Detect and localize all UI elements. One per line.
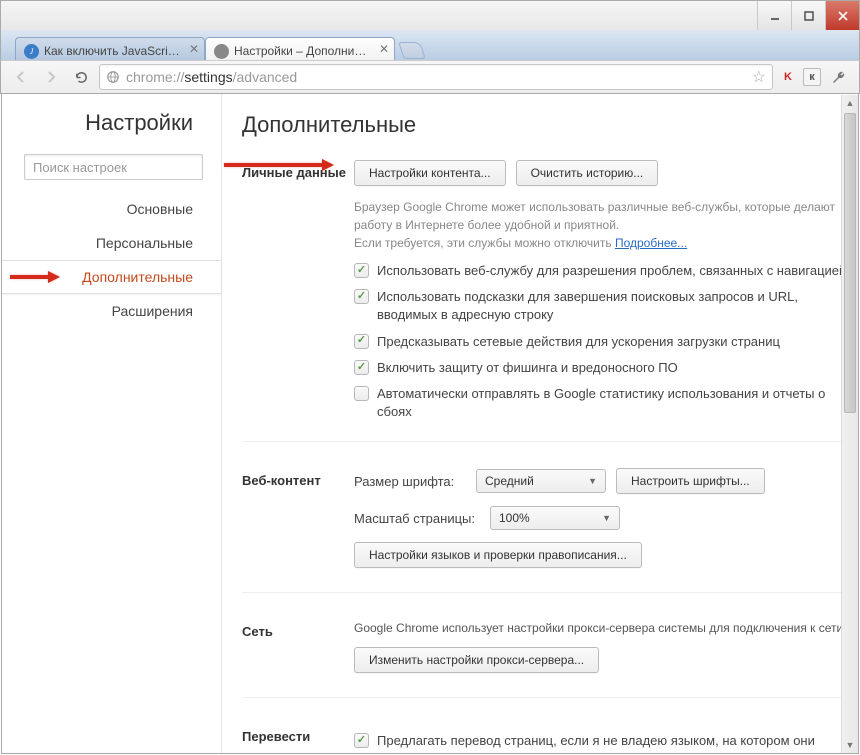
bookmark-star-icon[interactable]: ☆ — [752, 67, 766, 87]
settings-sidebar: Настройки Основные Персональные Дополнит… — [2, 94, 222, 753]
tab-title: Настройки – Дополнитель — [234, 44, 370, 58]
sidebar-item-label: Основные — [127, 201, 193, 217]
window-minimize-button[interactable] — [757, 1, 791, 30]
section-network: Сеть Google Chrome использует настройки … — [242, 619, 848, 698]
sidebar-item-label: Персональные — [96, 235, 193, 251]
font-size-select[interactable]: Средний ▼ — [476, 469, 606, 493]
browser-tabstrip: J Как включить JavaScript в ✕ Настройки … — [0, 30, 860, 60]
settings-search — [24, 154, 203, 180]
select-value: Средний — [485, 474, 534, 488]
checkbox-label: Автоматически отправлять в Google статис… — [377, 385, 848, 421]
page-content: Настройки Основные Персональные Дополнит… — [1, 94, 859, 754]
url-path: /advanced — [233, 69, 298, 85]
learn-more-link[interactable]: Подробнее... — [615, 236, 687, 250]
checkbox-translate[interactable]: Предлагать перевод страниц, если я не вл… — [354, 732, 848, 753]
scroll-up-arrow[interactable]: ▲ — [842, 95, 858, 111]
vertical-scrollbar[interactable]: ▲ ▼ — [841, 95, 858, 753]
checkbox-label: Использовать подсказки для завершения по… — [377, 288, 848, 324]
section-label: Сеть — [242, 619, 354, 685]
section-label: Личные данные — [242, 160, 354, 429]
checkbox-predict[interactable]: Предсказывать сетевые действия для ускор… — [354, 333, 848, 351]
page-title: Дополнительные — [242, 112, 848, 138]
red-arrow-annotation — [10, 270, 60, 284]
settings-search-input[interactable] — [24, 154, 203, 180]
page-zoom-label: Масштаб страницы: — [354, 511, 480, 526]
sidebar-item-label: Расширения — [112, 303, 193, 319]
checkbox-icon — [354, 733, 369, 748]
chevron-down-icon: ▼ — [588, 476, 597, 486]
section-label: Веб-контент — [242, 468, 354, 580]
checkbox-usage-stats[interactable]: Автоматически отправлять в Google статис… — [354, 385, 848, 421]
globe-icon — [106, 70, 120, 84]
select-value: 100% — [499, 511, 530, 525]
browser-tab[interactable]: Настройки – Дополнитель ✕ — [205, 37, 395, 60]
url-host: settings — [184, 69, 232, 85]
chevron-down-icon: ▼ — [602, 513, 611, 523]
proxy-settings-button[interactable]: Изменить настройки прокси-сервера... — [354, 647, 599, 673]
address-bar[interactable]: chrome://settings/advanced ☆ — [99, 64, 773, 90]
new-tab-button[interactable] — [398, 42, 426, 59]
content-settings-button[interactable]: Настройки контента... — [354, 160, 506, 186]
scrollbar-thumb[interactable] — [844, 113, 856, 413]
window-titlebar — [0, 0, 860, 30]
sidebar-item-label: Дополнительные — [82, 269, 193, 285]
reload-button[interactable] — [69, 65, 93, 89]
forward-button[interactable] — [39, 65, 63, 89]
tab-favicon: J — [24, 44, 39, 59]
sidebar-title: Настройки — [2, 110, 221, 154]
wrench-menu-button[interactable] — [827, 65, 851, 89]
network-description: Google Chrome использует настройки прокс… — [354, 619, 848, 637]
language-settings-button[interactable]: Настройки языков и проверки правописания… — [354, 542, 642, 568]
settings-main: Дополнительные Личные данные Настройки к… — [222, 94, 858, 753]
browser-toolbar: chrome://settings/advanced ☆ K к — [0, 60, 860, 94]
section-privacy: Личные данные Настройки контента... Очис… — [242, 160, 848, 442]
sidebar-item-personal[interactable]: Персональные — [2, 226, 221, 260]
browser-tab[interactable]: J Как включить JavaScript в ✕ — [15, 37, 205, 60]
checkbox-icon — [354, 386, 369, 401]
checkbox-icon — [354, 289, 369, 304]
tab-favicon — [214, 44, 229, 59]
back-button[interactable] — [9, 65, 33, 89]
checkbox-label: Использовать веб-службу для разрешения п… — [377, 262, 846, 280]
window-close-button[interactable] — [825, 1, 859, 30]
sidebar-item-advanced[interactable]: Дополнительные — [2, 260, 221, 294]
privacy-description: Браузер Google Chrome может использовать… — [354, 198, 848, 252]
section-translate: Перевести Предлагать перевод страниц, ес… — [242, 724, 848, 753]
sidebar-item-extensions[interactable]: Расширения — [2, 294, 221, 328]
font-size-label: Размер шрифта: — [354, 474, 466, 489]
url-protocol: chrome:// — [126, 69, 184, 85]
kaspersky-extension-icon[interactable]: K — [779, 68, 797, 86]
red-arrow-annotation — [224, 158, 334, 175]
window-maximize-button[interactable] — [791, 1, 825, 30]
checkbox-label: Включить защиту от фишинга и вредоносног… — [377, 359, 678, 377]
checkbox-label: Предлагать перевод страниц, если я не вл… — [377, 732, 848, 753]
sidebar-item-basic[interactable]: Основные — [2, 192, 221, 226]
page-zoom-select[interactable]: 100% ▼ — [490, 506, 620, 530]
extension-k-icon[interactable]: к — [803, 68, 821, 86]
checkbox-nav-errors[interactable]: Использовать веб-службу для разрешения п… — [354, 262, 848, 280]
checkbox-phishing[interactable]: Включить защиту от фишинга и вредоносног… — [354, 359, 848, 377]
checkbox-icon — [354, 360, 369, 375]
section-label: Перевести — [242, 724, 354, 753]
checkbox-suggestions[interactable]: Использовать подсказки для завершения по… — [354, 288, 848, 324]
checkbox-label: Предсказывать сетевые действия для ускор… — [377, 333, 780, 351]
tab-close-icon[interactable]: ✕ — [378, 43, 390, 55]
clear-history-button[interactable]: Очистить историю... — [516, 160, 659, 186]
customize-fonts-button[interactable]: Настроить шрифты... — [616, 468, 765, 494]
section-webcontent: Веб-контент Размер шрифта: Средний ▼ Наст… — [242, 468, 848, 593]
tab-close-icon[interactable]: ✕ — [188, 43, 200, 55]
checkbox-icon — [354, 263, 369, 278]
scroll-down-arrow[interactable]: ▼ — [842, 737, 858, 753]
checkbox-icon — [354, 334, 369, 349]
tab-title: Как включить JavaScript в — [44, 44, 180, 58]
